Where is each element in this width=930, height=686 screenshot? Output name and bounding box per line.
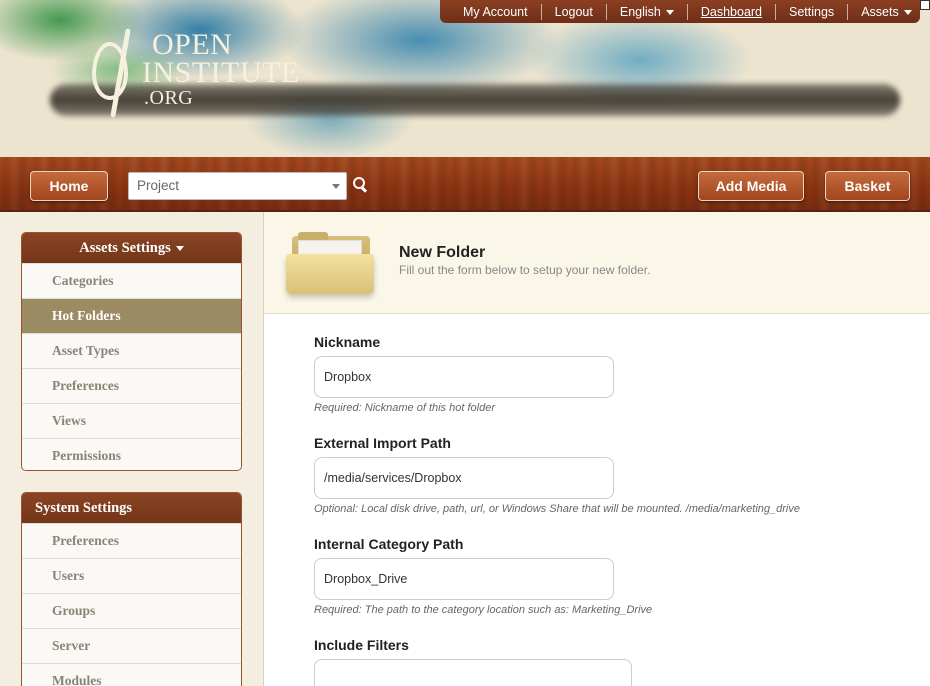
sidebar-item-asset-types[interactable]: Asset Types (22, 333, 241, 368)
include-filters-label: Include Filters (314, 637, 409, 653)
search-icon[interactable] (353, 177, 367, 191)
header-banner: OPEN INSTITUTE .ORG (0, 0, 930, 157)
menu-settings-label: Settings (789, 4, 835, 19)
main-content: New Folder Fill out the form below to se… (263, 212, 930, 686)
folder-icon-front (286, 254, 374, 294)
assets-settings-panel: Assets Settings Categories Hot Folders A… (21, 232, 242, 471)
page-title: New Folder (399, 244, 486, 261)
page-subtitle: Fill out the form below to setup your ne… (399, 263, 651, 277)
logo-line-org: .ORG (144, 87, 194, 109)
menu-language[interactable]: English (607, 3, 688, 20)
menu-language-label: English (619, 4, 661, 19)
home-button[interactable]: Home (30, 171, 108, 201)
sidebar-item-users[interactable]: Users (22, 558, 241, 593)
internal-category-path-label: Internal Category Path (314, 536, 464, 552)
sidebar-item-permissions[interactable]: Permissions (22, 438, 241, 470)
menu-logout[interactable]: Logout (542, 3, 607, 20)
project-select-value: Project (137, 178, 180, 193)
menu-my-account-label: My Account (463, 4, 528, 19)
form-header: New Folder Fill out the form below to se… (264, 212, 930, 314)
sidebar-item-views[interactable]: Views (22, 403, 241, 438)
system-settings-title: System Settings (35, 499, 133, 516)
sidebar-item-system-preferences[interactable]: Preferences (22, 523, 241, 558)
nickname-label: Nickname (314, 334, 381, 350)
chevron-down-icon (332, 184, 340, 189)
menu-settings[interactable]: Settings (776, 3, 849, 20)
include-filters-field[interactable] (314, 659, 632, 686)
menu-dashboard-label: Dashboard (700, 4, 763, 19)
menu-my-account[interactable]: My Account (450, 3, 542, 20)
chevron-down-icon (665, 9, 674, 15)
nickname-field[interactable]: Dropbox (314, 356, 614, 398)
folder-icon (286, 232, 376, 298)
logo-line-institute: INSTITUTE (142, 56, 300, 89)
chevron-down-icon (903, 9, 912, 15)
external-import-path-field[interactable]: /media/services/Dropbox (314, 457, 614, 499)
sidebar: Assets Settings Categories Hot Folders A… (0, 212, 263, 686)
basket-button[interactable]: Basket (825, 171, 910, 201)
sidebar-item-groups[interactable]: Groups (22, 593, 241, 628)
chevron-down-icon (175, 245, 184, 251)
assets-settings-header[interactable]: Assets Settings (22, 233, 241, 263)
assets-settings-title: Assets Settings (79, 239, 171, 256)
sidebar-item-preferences[interactable]: Preferences (22, 368, 241, 403)
window-corner-icon[interactable] (920, 0, 930, 10)
sidebar-item-hot-folders[interactable]: Hot Folders (22, 298, 241, 333)
top-menu: My Account Logout English Dashboard Sett… (440, 0, 920, 23)
sidebar-item-categories[interactable]: Categories (22, 263, 241, 298)
menu-logout-label: Logout (554, 4, 593, 19)
sidebar-item-modules[interactable]: Modules (22, 663, 241, 686)
logo[interactable]: OPEN INSTITUTE .ORG (90, 28, 320, 118)
external-import-path-label: External Import Path (314, 435, 451, 451)
menu-dashboard[interactable]: Dashboard (688, 3, 777, 20)
nickname-help: Required: Nickname of this hot folder (314, 402, 495, 414)
logo-mark-icon (92, 42, 128, 100)
menu-assets[interactable]: Assets (848, 4, 925, 20)
project-select[interactable]: Project (128, 172, 347, 200)
external-import-path-help: Optional: Local disk drive, path, url, o… (314, 503, 800, 515)
internal-category-path-help: Required: The path to the category locat… (314, 604, 653, 616)
sidebar-item-server[interactable]: Server (22, 628, 241, 663)
menu-assets-label: Assets (861, 4, 899, 19)
system-settings-panel: System Settings Preferences Users Groups… (21, 492, 242, 686)
add-media-button[interactable]: Add Media (698, 171, 804, 201)
internal-category-path-field[interactable]: Dropbox_Drive (314, 558, 614, 600)
system-settings-header[interactable]: System Settings (22, 493, 241, 523)
